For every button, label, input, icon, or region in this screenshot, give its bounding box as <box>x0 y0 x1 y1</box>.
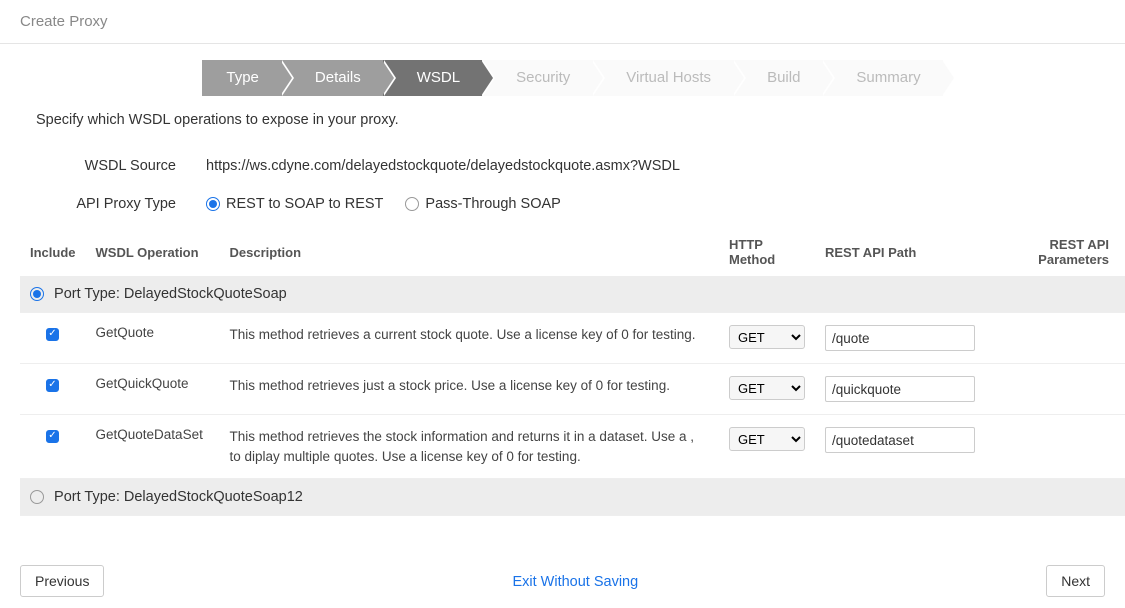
wizard-footer: Previous Exit Without Saving Next <box>0 554 1125 608</box>
api-proxy-type-label: API Proxy Type <box>36 196 206 212</box>
port-type-radio[interactable] <box>30 490 44 504</box>
rest-path-input[interactable] <box>825 376 975 402</box>
rest-params-cell <box>985 364 1125 415</box>
page-header: Create Proxy <box>0 0 1125 44</box>
col-description: Description <box>220 229 719 276</box>
wizard-step-build[interactable]: Build <box>733 60 822 96</box>
operations-header-row: Include WSDL Operation Description HTTP … <box>20 229 1125 276</box>
next-button[interactable]: Next <box>1046 565 1105 597</box>
port-type-label: Port Type: DelayedStockQuoteSoap <box>50 286 287 302</box>
operation-row: GetQuickQuoteThis method retrieves just … <box>20 364 1125 415</box>
include-checkbox[interactable] <box>46 379 59 392</box>
col-http-method: HTTP Method <box>719 229 815 276</box>
wsdl-source-label: WSDL Source <box>36 158 206 174</box>
rest-params-cell <box>985 313 1125 364</box>
port-type-row[interactable]: Port Type: DelayedStockQuoteSoap <box>20 276 1125 313</box>
wizard-step-details[interactable]: Details <box>281 60 383 96</box>
wsdl-source-row: WSDL Source https://ws.cdyne.com/delayed… <box>20 152 1125 190</box>
col-include: Include <box>20 229 86 276</box>
operations-table: Include WSDL Operation Description HTTP … <box>20 229 1125 516</box>
http-method-select[interactable]: GETPOSTPUTDELETE <box>729 376 805 400</box>
operations-scroll[interactable]: Include WSDL Operation Description HTTP … <box>20 228 1125 518</box>
col-rest-path: REST API Path <box>815 229 985 276</box>
operation-description: This method retrieves a current stock qu… <box>220 313 719 364</box>
http-method-select[interactable]: GETPOSTPUTDELETE <box>729 325 805 349</box>
proxy-type-passthrough-radio[interactable] <box>405 197 419 211</box>
proxy-type-rest-soap-rest[interactable]: REST to SOAP to REST <box>206 196 383 212</box>
proxy-type-rest-soap-rest-radio[interactable] <box>206 197 220 211</box>
wizard-step-summary[interactable]: Summary <box>822 60 942 96</box>
col-rest-params: REST API Parameters <box>985 229 1125 276</box>
wizard-step-type[interactable]: Type <box>202 60 281 96</box>
operation-name: GetQuoteDataSet <box>86 415 220 479</box>
proxy-type-rest-soap-rest-label: REST to SOAP to REST <box>226 196 383 212</box>
include-checkbox[interactable] <box>46 430 59 443</box>
operation-name: GetQuickQuote <box>86 364 220 415</box>
port-type-row[interactable]: Port Type: DelayedStockQuoteSoap12 <box>20 479 1125 516</box>
operations-container: Include WSDL Operation Description HTTP … <box>20 228 1125 518</box>
rest-path-input[interactable] <box>825 427 975 453</box>
proxy-type-passthrough[interactable]: Pass-Through SOAP <box>405 196 560 212</box>
col-operation: WSDL Operation <box>86 229 220 276</box>
rest-params-cell <box>985 415 1125 479</box>
exit-without-saving-link[interactable]: Exit Without Saving <box>512 574 638 590</box>
http-method-select[interactable]: GETPOSTPUTDELETE <box>729 427 805 451</box>
wizard-step-virtual-hosts[interactable]: Virtual Hosts <box>592 60 733 96</box>
page-title: Create Proxy <box>20 13 108 30</box>
include-checkbox[interactable] <box>46 328 59 341</box>
wizard-step-security[interactable]: Security <box>482 60 592 96</box>
operation-row: GetQuoteThis method retrieves a current … <box>20 313 1125 364</box>
operation-row: GetQuoteDataSetThis method retrieves the… <box>20 415 1125 479</box>
wizard-steps: TypeDetailsWSDLSecurityVirtual HostsBuil… <box>20 60 1125 96</box>
rest-path-input[interactable] <box>825 325 975 351</box>
wizard-panel: TypeDetailsWSDLSecurityVirtual HostsBuil… <box>20 44 1125 554</box>
instruction-text: Specify which WSDL operations to expose … <box>20 112 1125 152</box>
api-proxy-type-options: REST to SOAP to REST Pass-Through SOAP <box>206 196 1109 212</box>
wsdl-source-value: https://ws.cdyne.com/delayedstockquote/d… <box>206 158 1109 174</box>
operation-name: GetQuote <box>86 313 220 364</box>
proxy-type-passthrough-label: Pass-Through SOAP <box>425 196 560 212</box>
port-type-radio[interactable] <box>30 287 44 301</box>
port-type-label: Port Type: DelayedStockQuoteSoap12 <box>50 489 303 505</box>
operation-description: This method retrieves just a stock price… <box>220 364 719 415</box>
previous-button[interactable]: Previous <box>20 565 104 597</box>
wizard-step-wsdl[interactable]: WSDL <box>383 60 482 96</box>
operation-description: This method retrieves the stock informat… <box>220 415 719 479</box>
api-proxy-type-row: API Proxy Type REST to SOAP to REST Pass… <box>20 190 1125 228</box>
